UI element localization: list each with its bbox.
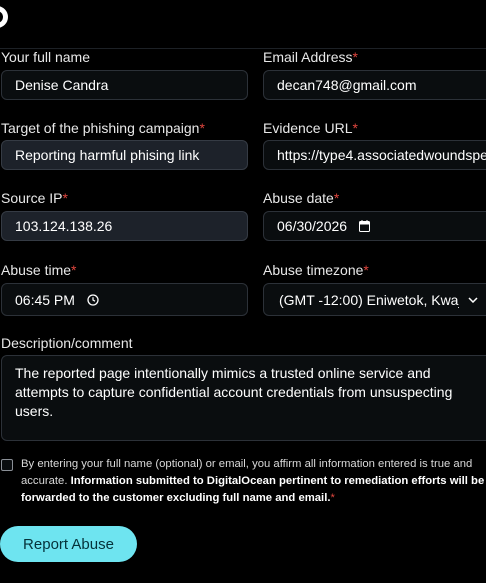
abuse-timezone-select[interactable]: (GMT -12:00) Eniwetok, Kwajalein: [263, 283, 486, 316]
description-label: Description/comment: [1, 335, 133, 351]
consent-text: By entering your full name (optional) or…: [21, 458, 485, 504]
full-name-field[interactable]: Denise Candra: [1, 70, 248, 100]
evidence-url-label: Evidence URL*: [263, 120, 358, 136]
source-ip-field[interactable]: 103.124.138.26: [1, 211, 248, 241]
abuse-timezone-label: Abuse timezone*: [263, 262, 369, 278]
chevron-down-icon: [468, 296, 478, 303]
logo-icon: [0, 6, 8, 28]
email-field[interactable]: decan748@gmail.com: [263, 70, 486, 100]
report-abuse-button[interactable]: Report Abuse: [0, 526, 137, 562]
clock-icon[interactable]: [87, 293, 99, 306]
email-label: Email Address*: [263, 49, 358, 65]
consent-checkbox[interactable]: [1, 459, 13, 471]
evidence-url-field[interactable]: https://type4.associatedwoundspecialists…: [263, 140, 486, 170]
abuse-date-field[interactable]: 06/30/2026: [263, 211, 486, 241]
abuse-date-label: Abuse date*: [263, 190, 340, 206]
target-field[interactable]: Reporting harmful phising link: [1, 140, 248, 170]
calendar-icon[interactable]: [359, 220, 371, 232]
full-name-label: Your full name: [1, 49, 90, 65]
abuse-time-field[interactable]: 06:45 PM: [1, 283, 248, 316]
description-textarea[interactable]: The reported page intentionally mimics a…: [1, 355, 486, 441]
source-ip-label: Source IP*: [1, 190, 68, 206]
abuse-time-label: Abuse time*: [1, 262, 77, 278]
target-label: Target of the phishing campaign*: [1, 120, 205, 136]
